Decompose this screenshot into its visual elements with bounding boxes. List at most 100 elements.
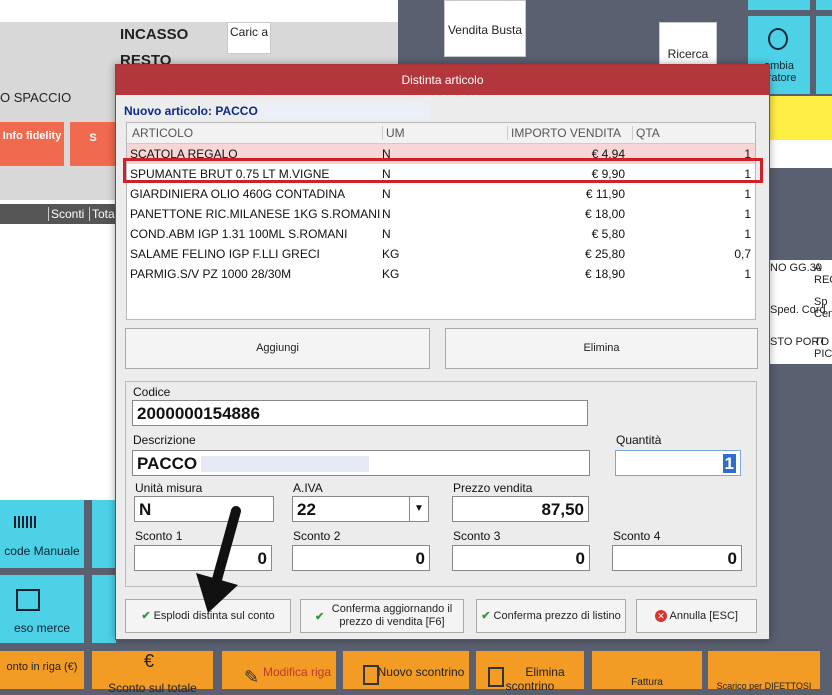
prezzo-field[interactable]: 87,50: [452, 496, 589, 522]
table-row[interactable]: SALAME FELINO IGP F.LLI GRECI KG € 25,80 0,…: [127, 244, 755, 264]
carica-label: Caric a: [229, 25, 268, 39]
table-row[interactable]: GIARDINIERA OLIO 460G CONTADINA N € 11,90 1: [127, 184, 755, 204]
row-um: KG: [382, 247, 400, 261]
sconto2-label: Sconto 2: [293, 529, 341, 543]
conferma-agg-label: Conferma aggiornando il prezzo di vendit…: [331, 603, 453, 628]
conferma-listino-button[interactable]: ✔ Conferma prezzo di listino: [476, 599, 626, 633]
row-qta: 1: [744, 207, 751, 221]
new-item-label: Nuovo articolo: PACCO: [124, 103, 430, 119]
right-cell-2[interactable]: A REG: [814, 262, 832, 286]
scarico-difettosi-button[interactable]: Scarico per DIFETTOSI: [708, 651, 820, 691]
sconto-riga-button[interactable]: onto in riga (€): [0, 651, 84, 689]
modifica-riga-button[interactable]: ✎ Modifica riga: [222, 651, 336, 689]
descrizione-highlight: [201, 456, 369, 472]
carica-button[interactable]: Caric a: [227, 22, 271, 54]
user-icon: [768, 28, 788, 50]
barcode-manuale-button[interactable]: code Manuale: [0, 500, 84, 568]
s-tile-label: S: [89, 132, 97, 144]
spaccio-label: O SPACCIO: [0, 90, 72, 105]
info-fidelity-button[interactable]: Info fidelity: [0, 122, 64, 166]
cyan-tile-mid[interactable]: [92, 500, 116, 568]
quantita-label: Quantità: [616, 433, 662, 447]
table-row[interactable]: COND.ABM IGP 1.31 100ML S.ROMANI N € 5,80 1: [127, 224, 755, 244]
row-importo: € 18,00: [584, 207, 625, 221]
elimina-button[interactable]: Elimina: [445, 328, 758, 369]
sconto3-field[interactable]: 0: [452, 545, 590, 571]
row-articolo: PARMIG.S/V PZ 1000 28/30M: [130, 267, 292, 281]
right-list-area: [770, 140, 832, 168]
row-importo: € 11,90: [585, 187, 625, 201]
top-right-cyan-tile-2[interactable]: [816, 0, 832, 10]
modifica-riga-label: Modifica riga: [262, 665, 332, 679]
col-um: UM: [382, 126, 405, 140]
fattura-label: Fattura: [631, 677, 663, 688]
cyan-tile-mid-2[interactable]: [92, 575, 116, 643]
aggiungi-button[interactable]: Aggiungi: [125, 328, 430, 369]
euro-icon: €: [144, 651, 155, 671]
aggiungi-label: Aggiungi: [256, 342, 299, 354]
quantita-value: 1: [722, 454, 736, 473]
table-row[interactable]: PANETTONE RIC.MILANESE 1KG S.ROMANI N € 18…: [127, 204, 755, 224]
quantita-field[interactable]: 1: [615, 450, 741, 476]
fattura-button[interactable]: Fattura: [592, 651, 702, 689]
s-tile-button[interactable]: S: [70, 122, 116, 166]
elimina-scontrino-button[interactable]: Elimina scontrino: [476, 651, 584, 693]
row-qta: 0,7: [734, 247, 751, 261]
check-circle-icon: ✔: [315, 611, 325, 623]
sconto-riga-label: onto in riga (€): [6, 661, 78, 673]
vendita-busta-label: Vendita Busta: [447, 23, 523, 37]
chevron-down-icon[interactable]: ▼: [409, 497, 428, 521]
col-articolo: ARTICOLO: [132, 126, 194, 140]
row-um: N: [382, 187, 391, 201]
elimina-label: Elimina: [583, 342, 620, 354]
row-articolo: SALAME FELINO IGP F.LLI GRECI: [130, 247, 320, 261]
articles-table[interactable]: ARTICOLO UM IMPORTO VENDITA QTA SCATOLA …: [126, 122, 756, 320]
right-cell-6[interactable]: TO PICO: [814, 336, 832, 360]
tota-header: Tota: [89, 207, 115, 221]
pencil-icon: ✎: [244, 667, 260, 687]
row-qta: 1: [744, 267, 751, 281]
top-right-cyan-tile[interactable]: [748, 0, 810, 10]
annulla-label: Annulla [ESC]: [669, 610, 738, 622]
right-button-grid[interactable]: NO GG.30 A REG Sped. Cord Sp Cen STO POR…: [770, 260, 832, 364]
right-cell-4[interactable]: Sp Cen: [814, 296, 832, 320]
cyan-side-tile[interactable]: [816, 16, 832, 94]
conferma-aggiornando-button[interactable]: ✔ Conferma aggiornando il prezzo di vend…: [300, 599, 464, 633]
reso-merce-label: eso merce: [13, 621, 71, 635]
row-articolo: COND.ABM IGP 1.31 100ML S.ROMANI: [130, 227, 348, 241]
row-articolo: GIARDINIERA OLIO 460G CONTADINA: [130, 187, 346, 201]
row-importo: € 18,90: [584, 267, 625, 281]
sconto4-field[interactable]: 0: [612, 545, 742, 571]
sconto1-label: Sconto 1: [135, 529, 183, 543]
scarico-label: Scarico per DIFETTOSI: [716, 681, 812, 691]
box-icon: [16, 589, 40, 611]
col-importo: IMPORTO VENDITA: [507, 126, 621, 140]
table-header: ARTICOLO UM IMPORTO VENDITA QTA: [127, 123, 755, 144]
conferma-listino-label: Conferma prezzo di listino: [493, 610, 621, 622]
unita-label: Unità misura: [135, 481, 203, 495]
highlight-box: [123, 158, 763, 183]
receipt-header: Sconti Tota: [0, 204, 115, 224]
reso-merce-button[interactable]: eso merce: [0, 575, 84, 643]
barcode-icon: [14, 516, 38, 528]
receipt-list[interactable]: [0, 200, 115, 500]
sconto-totale-button[interactable]: € Sconto sul totale: [92, 651, 213, 695]
sconti-header: Sconti: [48, 207, 84, 221]
table-row[interactable]: PARMIG.S/V PZ 1000 28/30M KG € 18,90 1: [127, 264, 755, 284]
descrizione-label: Descrizione: [133, 433, 196, 447]
info-fidelity-label: Info fidelity: [2, 130, 62, 142]
row-importo: € 25,80: [584, 247, 625, 261]
sconto4-label: Sconto 4: [613, 529, 661, 543]
sconto2-field[interactable]: 0: [292, 545, 430, 571]
codice-field[interactable]: 2000000154886: [132, 400, 588, 426]
row-um: KG: [382, 267, 400, 281]
row-qta: 1: [744, 227, 751, 241]
nuovo-scontrino-button[interactable]: Nuovo scontrino: [343, 651, 469, 689]
annulla-button[interactable]: ✕ Annulla [ESC]: [636, 599, 757, 633]
vendita-busta-button[interactable]: Vendita Busta: [444, 0, 526, 57]
aiva-select[interactable]: 22 ▼: [292, 496, 429, 522]
ricerca-button[interactable]: Ricerca: [659, 22, 717, 66]
receipt-icon: [363, 665, 379, 685]
row-um: N: [382, 207, 391, 221]
descrizione-field[interactable]: PACCO: [132, 450, 590, 476]
